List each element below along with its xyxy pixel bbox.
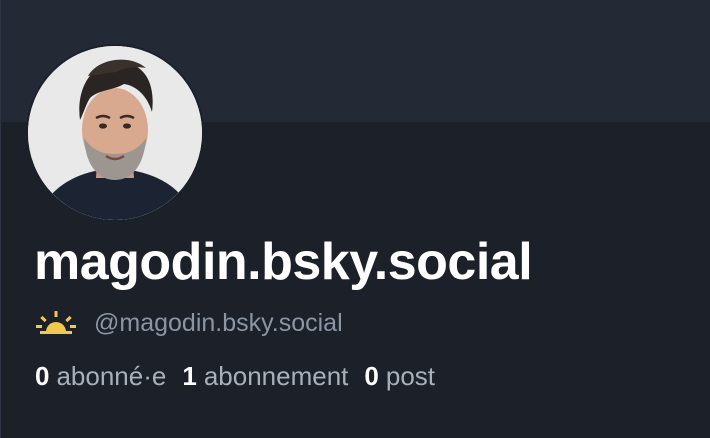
avatar[interactable] xyxy=(26,44,204,222)
profile-stats: 0 abonné·e 1 abonnement 0 post xyxy=(35,361,451,392)
following-count: 1 xyxy=(182,361,197,391)
followers-count: 0 xyxy=(35,361,50,391)
followers-link[interactable]: 0 abonné·e xyxy=(35,361,166,392)
profile-handle: @magodin.bsky.social xyxy=(94,308,343,337)
profile-display-name: magodin.bsky.social xyxy=(34,233,533,291)
sunrise-icon xyxy=(36,311,76,334)
posts-count: 0 xyxy=(364,361,379,391)
posts-label: post xyxy=(385,361,436,391)
handle-row: @magodin.bsky.social xyxy=(36,308,343,338)
avatar-image xyxy=(28,46,202,220)
divider xyxy=(0,0,1,438)
following-label: abonnement xyxy=(203,361,349,391)
posts-stat: 0 post xyxy=(364,361,435,392)
following-link[interactable]: 1 abonnement xyxy=(182,361,348,392)
followers-label: abonné·e xyxy=(56,361,167,391)
